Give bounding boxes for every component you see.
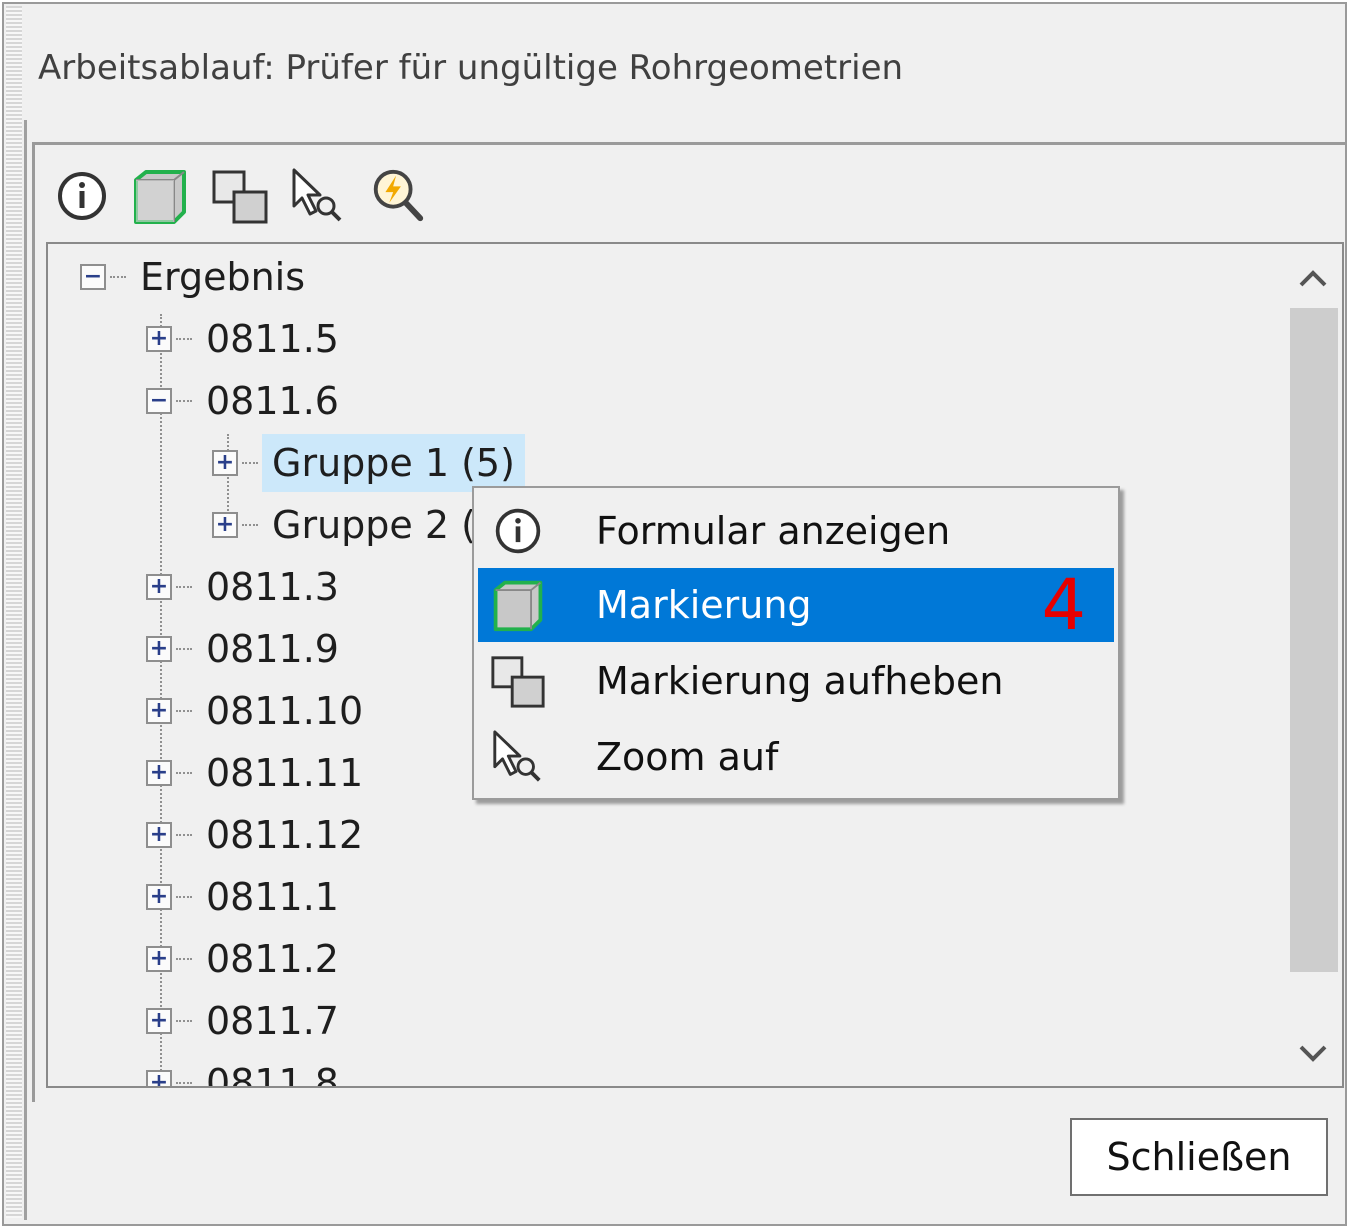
- menu-item-label: Zoom auf: [596, 735, 779, 779]
- tree-node-label: 0811.7: [206, 999, 339, 1043]
- scroll-up-button[interactable]: [1284, 248, 1342, 308]
- expand-icon[interactable]: +: [146, 946, 172, 972]
- resize-grip[interactable]: [6, 6, 22, 1218]
- expand-icon[interactable]: +: [146, 326, 172, 352]
- dialog-title: Arbeitsablauf: Prüfer für ungültige Rohr…: [38, 48, 904, 88]
- menu-item-label: Markierung aufheben: [596, 659, 1004, 703]
- expand-icon[interactable]: +: [146, 1070, 172, 1086]
- collapse-icon[interactable]: −: [146, 388, 172, 414]
- tree-node-label: 0811.3: [206, 565, 339, 609]
- tree-node[interactable]: + 0811.2: [146, 934, 349, 984]
- tree-node[interactable]: + 0811.7: [146, 996, 349, 1046]
- expand-icon[interactable]: +: [146, 1008, 172, 1034]
- lightning-magnifier-icon: [373, 169, 424, 222]
- chevron-down-icon: [1299, 1045, 1327, 1062]
- tree-node-label: Gruppe 1 (5): [262, 434, 525, 492]
- cube-icon: [134, 170, 186, 224]
- close-button[interactable]: Schließen: [1070, 1118, 1328, 1196]
- expand-icon[interactable]: +: [146, 574, 172, 600]
- tree-node-selected[interactable]: + Gruppe 1 (5): [212, 434, 525, 492]
- info-icon: [495, 508, 541, 554]
- two-cubes-icon: [212, 170, 268, 224]
- expand-icon[interactable]: +: [146, 822, 172, 848]
- expand-icon[interactable]: +: [212, 512, 238, 538]
- two-cubes-icon: [491, 656, 545, 708]
- tree-node[interactable]: + 0811.9: [146, 624, 349, 674]
- menu-item-mark[interactable]: Markierung 4: [478, 564, 1114, 646]
- mark-button[interactable]: [130, 164, 190, 228]
- tree-node-label: 0811.10: [206, 689, 364, 733]
- tree-node[interactable]: − 0811.6: [146, 376, 349, 426]
- scroll-thumb[interactable]: [1290, 308, 1338, 972]
- tree-node-root[interactable]: − Ergebnis: [80, 252, 315, 302]
- tree-node[interactable]: + 0811.10: [146, 686, 373, 736]
- tree-node[interactable]: + Gruppe 2 (1: [212, 500, 510, 550]
- tree-node[interactable]: + 0811.5: [146, 314, 349, 364]
- info-icon: [58, 172, 106, 220]
- expand-icon[interactable]: +: [146, 636, 172, 662]
- menu-item-unmark[interactable]: Markierung aufheben: [478, 644, 1114, 718]
- info-button[interactable]: [52, 164, 112, 228]
- check-button[interactable]: [368, 164, 428, 228]
- zoom-to-button[interactable]: [288, 164, 348, 228]
- tree-node-label: 0811.9: [206, 627, 339, 671]
- chevron-up-icon: [1299, 270, 1327, 287]
- tree-node[interactable]: + 0811.1: [146, 872, 349, 922]
- menu-item-zoom-to[interactable]: Zoom auf: [478, 720, 1114, 794]
- scroll-down-button[interactable]: [1284, 1024, 1342, 1084]
- tree-node-label: 0811.6: [206, 379, 339, 423]
- unmark-button[interactable]: [210, 164, 270, 228]
- context-menu: Formular anzeigen Markierung 4 Markierun…: [472, 486, 1120, 800]
- expand-icon[interactable]: +: [146, 760, 172, 786]
- expand-icon[interactable]: +: [146, 698, 172, 724]
- tree-node[interactable]: + 0811.3: [146, 562, 349, 612]
- grip-divider: [24, 120, 27, 1220]
- cube-icon: [493, 580, 543, 632]
- tree-node-label: 0811.12: [206, 813, 364, 857]
- menu-item-show-form[interactable]: Formular anzeigen: [478, 494, 1114, 568]
- tree-node-label: 0811.1: [206, 875, 339, 919]
- expand-icon[interactable]: +: [212, 450, 238, 476]
- zoom-cursor-icon: [292, 168, 342, 222]
- vertical-scrollbar[interactable]: [1284, 244, 1342, 1086]
- tree-node[interactable]: + 0811.11: [146, 748, 373, 798]
- tree-node-label: Ergebnis: [140, 255, 306, 299]
- zoom-cursor-icon: [493, 730, 541, 782]
- expand-icon[interactable]: +: [146, 884, 172, 910]
- step-number-badge: 4: [1041, 564, 1086, 646]
- tree-node-label: 0811.5: [206, 317, 339, 361]
- tree-node-label: 0811.11: [206, 751, 364, 795]
- tree-node-label: 0811.2: [206, 937, 339, 981]
- tree-node[interactable]: + 0811.12: [146, 810, 373, 860]
- menu-item-label: Markierung: [596, 583, 812, 627]
- collapse-icon[interactable]: −: [80, 264, 106, 290]
- tree-node[interactable]: + 0811.8: [146, 1058, 349, 1086]
- menu-item-label: Formular anzeigen: [596, 509, 951, 553]
- tree-node-label: 0811.8: [206, 1061, 339, 1088]
